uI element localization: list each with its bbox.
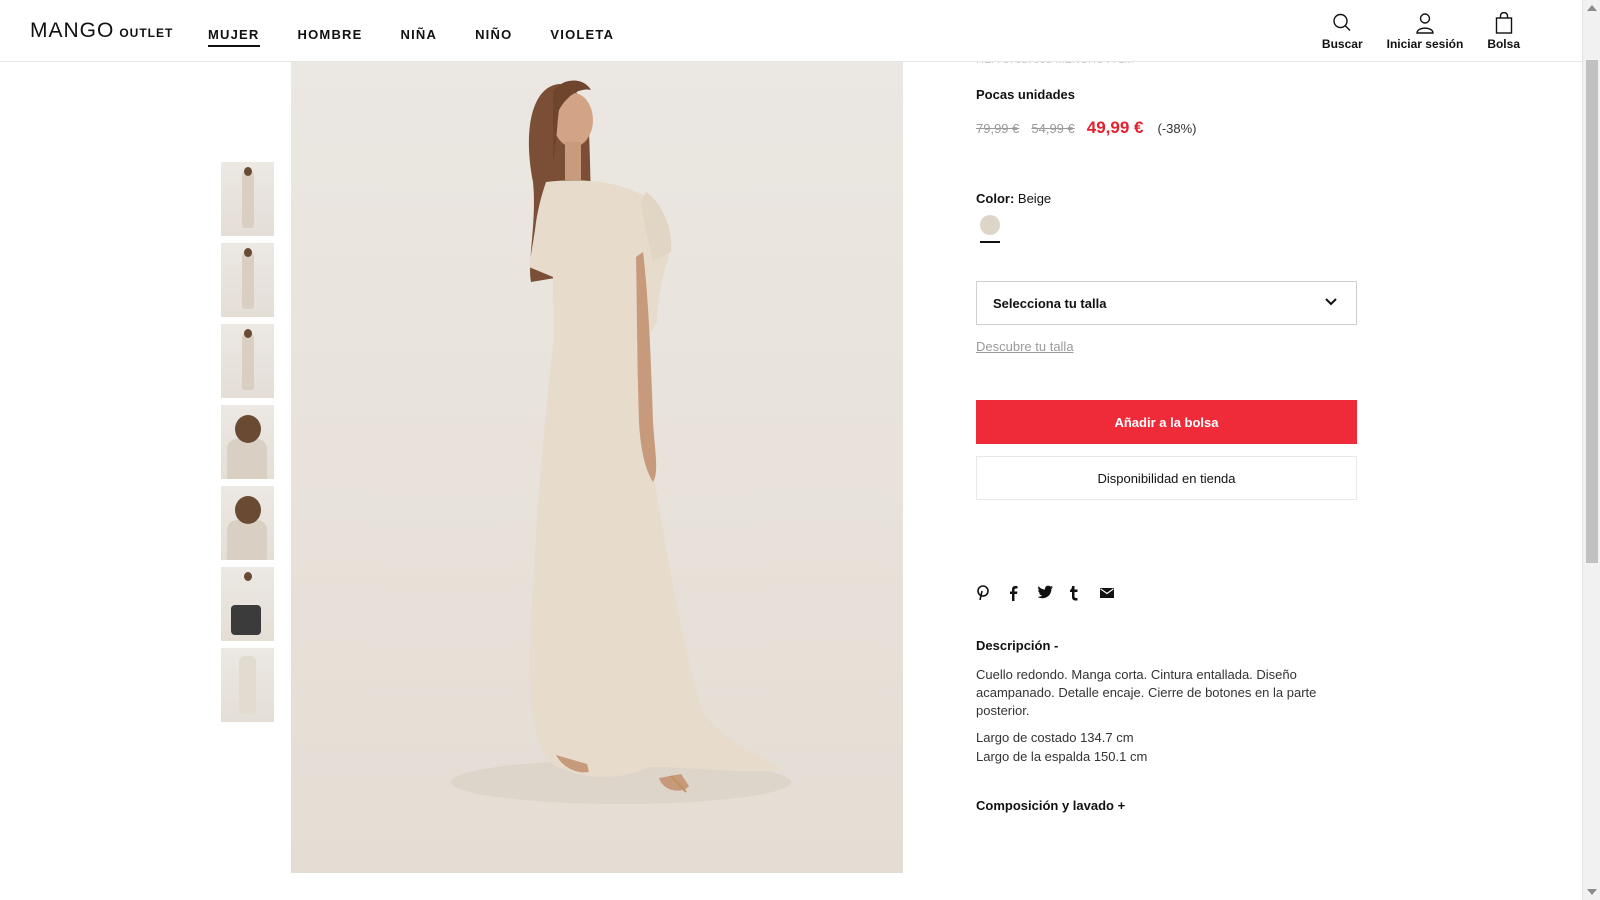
thumbnail-3[interactable] bbox=[221, 324, 274, 398]
description-toggle[interactable]: Descripción - bbox=[976, 638, 1058, 653]
user-icon bbox=[1416, 13, 1434, 34]
search-icon bbox=[1333, 13, 1351, 31]
twitter-icon[interactable] bbox=[1037, 585, 1069, 604]
price-original: 79,99 € bbox=[976, 121, 1020, 136]
nav-hombre[interactable]: HOMBRE bbox=[298, 27, 363, 47]
thumbnail-1[interactable] bbox=[221, 162, 274, 236]
thumbnail-2[interactable] bbox=[221, 243, 274, 317]
stock-status: Pocas unidades bbox=[976, 87, 1075, 102]
model-illustration bbox=[451, 80, 791, 804]
chevron-down-icon bbox=[1325, 298, 1337, 306]
logo[interactable]: MANGO OUTLET bbox=[30, 19, 173, 43]
nav-nina[interactable]: NIÑA bbox=[401, 27, 438, 47]
swatch-selected-indicator bbox=[980, 241, 1000, 243]
email-icon[interactable] bbox=[1100, 585, 1131, 604]
description-text: Cuello redondo. Manga corta. Cintura ent… bbox=[976, 667, 1317, 718]
nav-violeta[interactable]: VIOLETA bbox=[550, 27, 614, 47]
size-guide-link[interactable]: Descubre tu talla bbox=[976, 339, 1074, 354]
size-select[interactable]: Selecciona tu talla bbox=[976, 281, 1357, 325]
color-label: Color: bbox=[976, 191, 1015, 206]
bag-button[interactable]: Bolsa bbox=[1487, 12, 1520, 51]
main-nav: MUJER HOMBRE NIÑA NIÑO VIOLETA bbox=[208, 27, 652, 47]
facebook-icon[interactable] bbox=[1007, 585, 1038, 604]
logo-brand: MANGO bbox=[30, 19, 115, 42]
scrollbar-thumb[interactable] bbox=[1586, 60, 1598, 563]
login-button[interactable]: Iniciar sesión bbox=[1386, 12, 1464, 51]
logo-sub: OUTLET bbox=[119, 26, 174, 40]
scroll-down-icon[interactable] bbox=[1587, 889, 1597, 895]
price-row: 79,99 € 54,99 € 49,99 € (-38%) bbox=[976, 118, 1197, 138]
price-previous: 54,99 € bbox=[1031, 121, 1075, 136]
nav-nino[interactable]: NIÑO bbox=[475, 27, 512, 47]
color-row: Color: Beige bbox=[976, 191, 1051, 206]
measure-back-length: Largo de la espalda 150.1 cm bbox=[976, 749, 1148, 764]
login-label: Iniciar sesión bbox=[1386, 37, 1464, 51]
product-main-image[interactable] bbox=[291, 62, 903, 873]
thumbnail-7[interactable] bbox=[221, 648, 274, 722]
color-value: Beige bbox=[1017, 191, 1052, 206]
composition-toggle[interactable]: Composición y lavado + bbox=[976, 798, 1125, 813]
thumbnail-4[interactable] bbox=[221, 405, 274, 479]
thumbnail-6[interactable] bbox=[221, 567, 274, 641]
header-actions: Buscar Iniciar sesión Bolsa bbox=[1298, 12, 1520, 51]
scroll-up-icon[interactable] bbox=[1587, 5, 1597, 11]
bag-icon bbox=[1495, 12, 1512, 34]
add-to-bag-button[interactable]: Añadir a la bolsa bbox=[976, 400, 1357, 444]
nav-mujer[interactable]: MUJER bbox=[208, 27, 260, 47]
measure-side-length: Largo de costado 134.7 cm bbox=[976, 730, 1134, 745]
price-sale: 49,99 € bbox=[1086, 118, 1144, 137]
bag-label: Bolsa bbox=[1487, 37, 1520, 51]
search-button[interactable]: Buscar bbox=[1322, 12, 1363, 51]
store-availability-button[interactable]: Disponibilidad en tienda bbox=[976, 456, 1357, 500]
thumbnail-list bbox=[221, 162, 274, 729]
pinterest-icon[interactable] bbox=[976, 585, 1007, 604]
tumblr-icon[interactable] bbox=[1069, 585, 1100, 604]
search-label: Buscar bbox=[1321, 37, 1363, 51]
thumbnail-5[interactable] bbox=[221, 486, 274, 560]
share-icons bbox=[976, 585, 1131, 604]
site-header: MANGO OUTLET MUJER HOMBRE NIÑA NIÑO VIOL… bbox=[0, 0, 1582, 62]
size-select-label: Selecciona tu talla bbox=[993, 295, 1107, 311]
page-scrollbar[interactable] bbox=[1582, 0, 1600, 900]
discount-badge: (-38%) bbox=[1157, 121, 1197, 136]
color-swatch-beige[interactable] bbox=[980, 215, 1000, 235]
